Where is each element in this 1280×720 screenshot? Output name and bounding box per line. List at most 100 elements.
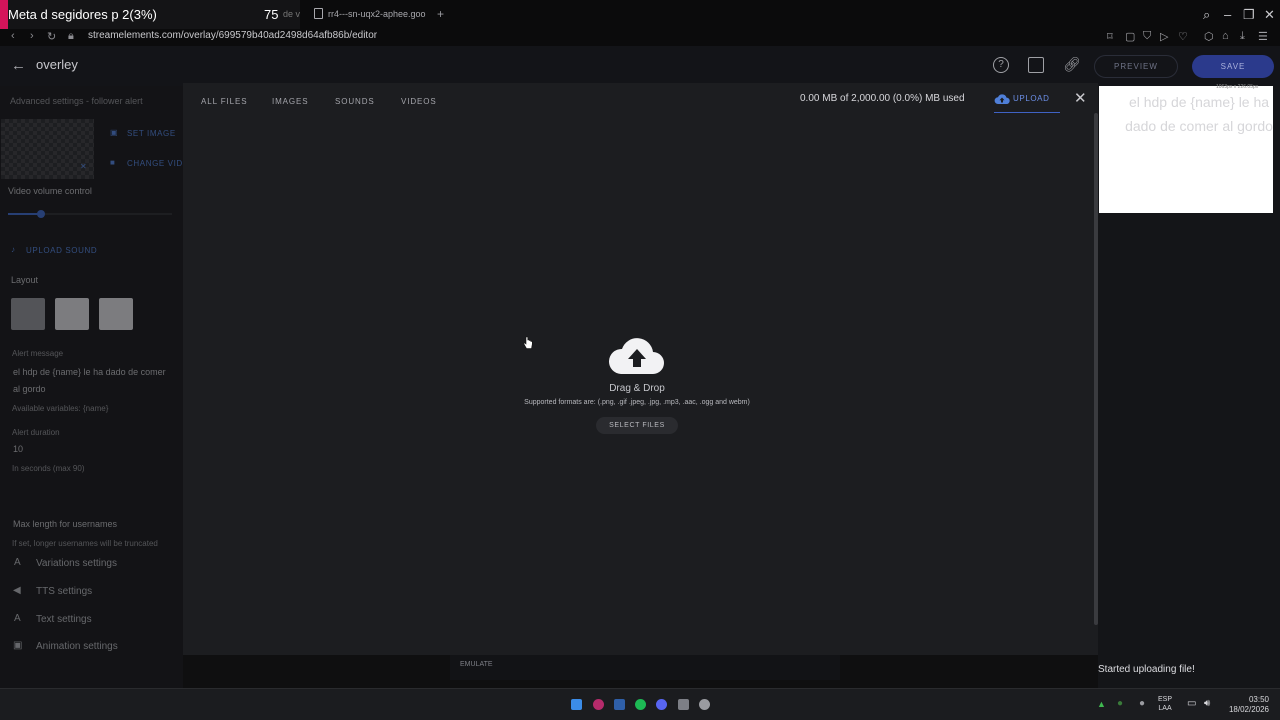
close-window-icon[interactable]: ✕ bbox=[1264, 7, 1275, 23]
forward-nav-icon[interactable]: › bbox=[30, 30, 34, 42]
music-icon: ♪ bbox=[11, 245, 16, 254]
preview-button[interactable]: PREVIEW bbox=[1094, 55, 1178, 78]
heart-icon[interactable]: ♡ bbox=[1178, 30, 1188, 43]
tab-accent bbox=[0, 0, 8, 29]
tab-icon[interactable]: ▢ bbox=[1125, 30, 1135, 43]
browser-tab-bar: Meta d segidores p 2(3%) 75 de v rr4---s… bbox=[0, 0, 1280, 29]
wallet-icon[interactable]: ⌂ bbox=[1222, 30, 1229, 42]
accordion-text[interactable]: Text settings bbox=[36, 614, 92, 625]
alert-duration-input[interactable]: 10 bbox=[13, 444, 23, 454]
address-bar: ‹ › ↻ 🔒︎ streamelements.com/overlay/6995… bbox=[0, 29, 1280, 46]
image-icon: ▣ bbox=[13, 640, 23, 651]
lock-icon: 🔒︎ bbox=[68, 30, 74, 42]
emulate-button[interactable]: EMULATE bbox=[460, 661, 493, 668]
language-indicator[interactable]: ESP LAA bbox=[1158, 695, 1172, 713]
tab-videos[interactable]: VIDEOS bbox=[401, 97, 437, 106]
accordion-animation[interactable]: Animation settings bbox=[36, 641, 118, 652]
max-length-label: Max length for usernames bbox=[13, 519, 118, 529]
lang-line-1: ESP bbox=[1158, 696, 1173, 703]
search-icon[interactable]: ⌕ bbox=[1203, 7, 1210, 23]
discord-icon[interactable] bbox=[656, 699, 667, 710]
canvas-toolbar bbox=[450, 652, 840, 680]
max-length-hint: If set, longer usernames will be truncat… bbox=[12, 539, 158, 548]
text-icon: A bbox=[14, 557, 21, 568]
text-icon: A bbox=[14, 613, 21, 624]
editor-header: ← overley ? 🔗︎ PREVIEW SAVE bbox=[0, 46, 1280, 86]
accordion-tts[interactable]: TTS settings bbox=[36, 586, 92, 597]
os-taskbar: ▲ ● ● ESP LAA ▭ 🔊︎ 03:50 18/02/2026 bbox=[0, 688, 1280, 720]
set-image-button[interactable]: SET IMAGE bbox=[127, 129, 176, 138]
media-manager-modal: ALL FILES IMAGES SOUNDS VIDEOS 0.00 MB o… bbox=[183, 83, 1098, 655]
maximize-icon[interactable]: ❐ bbox=[1243, 7, 1255, 23]
tray-app-icon[interactable]: ▲ bbox=[1097, 699, 1106, 709]
play-icon[interactable]: ▷ bbox=[1160, 30, 1168, 43]
accordion-variations[interactable]: Variations settings bbox=[36, 558, 117, 569]
tab-upload[interactable]: UPLOAD bbox=[994, 91, 1060, 113]
reload-icon[interactable]: ↻ bbox=[47, 30, 56, 43]
browser-tab-2[interactable]: rr4---sn-uqx2-aphee.goo bbox=[306, 3, 434, 27]
video-icon: ■ bbox=[110, 158, 116, 167]
shield-icon[interactable]: ⛉ bbox=[1143, 30, 1151, 43]
tray-network-icon[interactable]: ● bbox=[1117, 698, 1123, 709]
modal-scrollbar[interactable] bbox=[1094, 113, 1098, 625]
minimize-icon[interactable]: – bbox=[1224, 7, 1231, 22]
cloud-upload-icon bbox=[994, 94, 1010, 104]
remove-media-icon[interactable]: ✕ bbox=[80, 162, 87, 171]
close-icon[interactable]: ✕ bbox=[1074, 89, 1087, 107]
tab-all-files[interactable]: ALL FILES bbox=[201, 97, 248, 106]
save-button[interactable]: SAVE bbox=[1192, 55, 1274, 78]
sidebar-title: Advanced settings - follower alert bbox=[10, 96, 143, 106]
layout-option-1[interactable] bbox=[11, 298, 45, 330]
drag-drop-title: Drag & Drop bbox=[609, 383, 665, 394]
tab-2-title: rr4---sn-uqx2-aphee.goo bbox=[328, 9, 426, 19]
bookmark-icon[interactable]: ⌑ bbox=[1107, 30, 1113, 43]
upload-toast: Started uploading file! bbox=[1098, 664, 1195, 675]
extensions-icon[interactable]: ⬡ bbox=[1204, 30, 1214, 43]
preview-message: el hdp de {name} le ha dado de comer al … bbox=[1125, 94, 1273, 134]
volume-icon[interactable]: 🔊︎ bbox=[1204, 698, 1210, 709]
layout-option-2[interactable] bbox=[55, 298, 89, 330]
link-icon[interactable]: 🔗︎ bbox=[1063, 56, 1081, 73]
menu-icon[interactable]: ☰ bbox=[1258, 30, 1268, 43]
upload-sound-button[interactable]: UPLOAD SOUND bbox=[26, 246, 97, 255]
volume-slider-handle[interactable] bbox=[36, 210, 45, 218]
tab-images[interactable]: IMAGES bbox=[272, 97, 309, 106]
cloud-upload-icon bbox=[609, 338, 664, 374]
back-arrow-icon[interactable]: ← bbox=[11, 57, 26, 74]
microphone-icon[interactable]: ● bbox=[1139, 698, 1145, 709]
preview-dimensions: 1063px x 226.05px bbox=[1216, 84, 1259, 90]
spotify-icon[interactable] bbox=[635, 699, 646, 710]
overlay-title[interactable]: overley bbox=[36, 57, 78, 72]
clock[interactable]: 03:50 18/02/2026 bbox=[1226, 695, 1269, 715]
calculator-icon[interactable] bbox=[678, 699, 689, 710]
change-video-button[interactable]: CHANGE VID bbox=[127, 159, 183, 168]
tab-extra: de v bbox=[283, 9, 301, 19]
browser-app-icon[interactable] bbox=[593, 699, 604, 710]
alert-message-label: Alert message bbox=[12, 349, 64, 358]
layout-option-3[interactable] bbox=[99, 298, 133, 330]
speaker-icon: ◀ bbox=[13, 585, 21, 596]
clock-time: 03:50 bbox=[1248, 695, 1269, 704]
lang-line-2: LAA bbox=[1158, 705, 1172, 712]
browser-tab-active[interactable]: Meta d segidores p 2(3%) 75 de v bbox=[0, 0, 300, 29]
clock-date: 18/02/2026 bbox=[1228, 705, 1269, 714]
page-icon bbox=[314, 8, 323, 19]
image-icon: ▣ bbox=[110, 128, 119, 137]
volume-label: Video volume control bbox=[8, 186, 92, 196]
select-files-button[interactable]: SELECT FILES bbox=[596, 417, 678, 434]
supported-formats: Supported formats are: (.png, .gif .jpeg… bbox=[524, 399, 750, 406]
back-nav-icon[interactable]: ‹ bbox=[11, 30, 15, 42]
settings-sidebar: Advanced settings - follower alert ✕ ▣ S… bbox=[0, 86, 183, 688]
alert-message-input[interactable]: el hdp de {name} le ha dado de comer al … bbox=[13, 364, 173, 398]
help-icon[interactable]: ? bbox=[993, 57, 1009, 73]
plus-icon[interactable]: + bbox=[437, 7, 444, 21]
monitor-icon[interactable]: ▭ bbox=[1187, 698, 1196, 709]
url-field[interactable]: streamelements.com/overlay/699579b40ad24… bbox=[88, 30, 377, 41]
tab-sounds[interactable]: SOUNDS bbox=[335, 97, 375, 106]
download-icon[interactable]: ⤓ bbox=[1240, 30, 1245, 43]
alert-duration-hint: In seconds (max 90) bbox=[12, 464, 85, 473]
settings-icon[interactable] bbox=[699, 699, 710, 710]
steam-icon[interactable] bbox=[614, 699, 625, 710]
windows-start-icon[interactable] bbox=[571, 699, 582, 710]
screen-icon[interactable] bbox=[1028, 57, 1044, 73]
